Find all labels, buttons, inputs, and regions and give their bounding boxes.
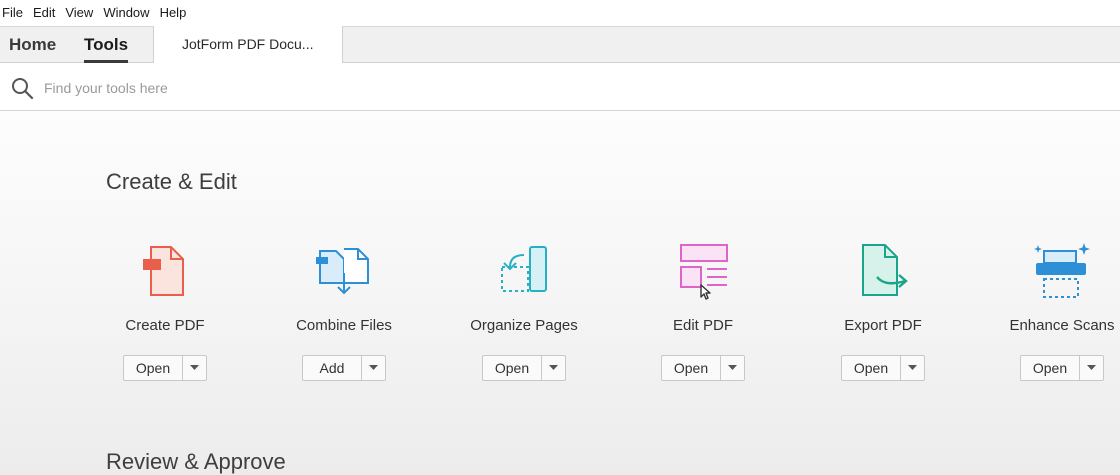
button-label[interactable]: Add: [303, 356, 362, 380]
tab-document[interactable]: JotForm PDF Docu...: [153, 26, 343, 63]
tool-search-bar: [0, 63, 1120, 111]
create-pdf-open-button[interactable]: Open: [123, 355, 207, 381]
tool-name: Create PDF: [125, 317, 205, 334]
create-pdf-icon[interactable]: [133, 239, 197, 303]
button-label[interactable]: Open: [662, 356, 721, 380]
button-label[interactable]: Open: [483, 356, 542, 380]
tool-edit-pdf: Edit PDF Open: [613, 239, 793, 389]
tool-organize-pages: Organize Pages Open: [434, 239, 614, 389]
menu-file[interactable]: File: [0, 0, 28, 26]
chevron-down-icon[interactable]: [901, 356, 924, 380]
tool-name: Organize Pages: [470, 317, 578, 334]
enhance-scans-icon[interactable]: [1030, 239, 1094, 303]
tool-name: Export PDF: [844, 317, 922, 334]
tool-combine-files: Combine Files Add: [254, 239, 434, 389]
menu-view[interactable]: View: [60, 0, 98, 26]
chevron-down-icon[interactable]: [542, 356, 565, 380]
menu-window[interactable]: Window: [98, 0, 154, 26]
export-pdf-open-button[interactable]: Open: [841, 355, 925, 381]
button-label[interactable]: Open: [1021, 356, 1080, 380]
tool-export-pdf: Export PDF Open: [793, 239, 973, 389]
search-icon: [12, 78, 34, 100]
combine-files-icon[interactable]: [312, 239, 376, 303]
edit-pdf-icon[interactable]: [671, 239, 735, 303]
section-title-review-approve: Review & Approve: [106, 449, 286, 474]
organize-pages-open-button[interactable]: Open: [482, 355, 566, 381]
edit-pdf-open-button[interactable]: Open: [661, 355, 745, 381]
export-pdf-icon[interactable]: [851, 239, 915, 303]
combine-files-add-button[interactable]: Add: [302, 355, 386, 381]
tools-center: Create & Edit Create PDF Open Combine Fi…: [0, 111, 1120, 475]
organize-pages-icon[interactable]: [492, 239, 556, 303]
menu-edit[interactable]: Edit: [28, 0, 60, 26]
enhance-scans-open-button[interactable]: Open: [1020, 355, 1104, 381]
tool-name: Edit PDF: [672, 317, 733, 334]
chevron-down-icon[interactable]: [362, 356, 385, 380]
chevron-down-icon[interactable]: [183, 356, 206, 380]
button-label[interactable]: Open: [842, 356, 901, 380]
tool-name: Combine Files: [296, 317, 392, 334]
button-label[interactable]: Open: [124, 356, 183, 380]
tool-create-pdf: Create PDF Open: [75, 239, 255, 389]
chevron-down-icon[interactable]: [721, 356, 744, 380]
section-title-create-edit: Create & Edit: [106, 169, 237, 194]
search-input[interactable]: [42, 76, 646, 100]
menu-help[interactable]: Help: [155, 0, 192, 26]
tab-tools[interactable]: Tools: [84, 27, 129, 63]
tool-enhance-scans: Enhance Scans Open: [972, 239, 1120, 389]
tool-name: Enhance Scans: [1009, 317, 1115, 334]
tab-home[interactable]: Home: [9, 27, 56, 63]
chevron-down-icon[interactable]: [1080, 356, 1103, 380]
menu-bar: File Edit View Window Help: [0, 0, 1120, 26]
tab-bar: Home Tools JotForm PDF Docu...: [0, 26, 1120, 63]
